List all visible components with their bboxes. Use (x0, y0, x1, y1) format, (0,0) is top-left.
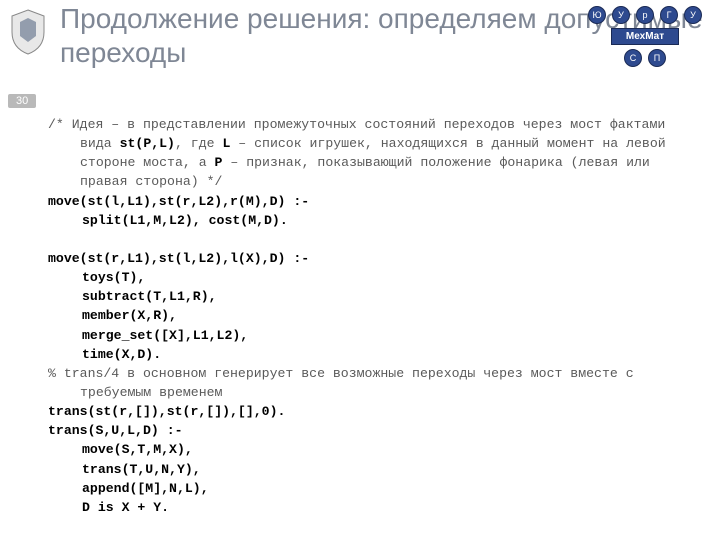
code-line: time(X,D). (48, 345, 700, 364)
diagram-top-row: Ю У р Г У (580, 6, 710, 24)
circle-node: Г (660, 6, 678, 24)
code-line: move(st(r,L1),st(l,L2),l(X),D) :- (48, 249, 700, 268)
circle-node: р (636, 6, 654, 24)
code-line: split(L1,M,L2), cost(M,D). (48, 211, 700, 230)
code-comment: /* Идея – в представлении промежуточных … (48, 115, 700, 192)
page-number-badge: 30 (8, 94, 36, 108)
code-comment: % trans/4 в основном генерирует все возм… (48, 364, 700, 402)
diagram-bottom-row: С П (580, 49, 710, 67)
shield-logo-icon (8, 8, 48, 56)
code-line: trans(st(r,[]),st(r,[]),[],0). (48, 402, 700, 421)
code-blank (48, 230, 700, 249)
code-line: move(S,T,M,X), (48, 440, 700, 459)
code-line: append([M],N,L), (48, 479, 700, 498)
circle-node: У (612, 6, 630, 24)
code-line: member(X,R), (48, 306, 700, 325)
circle-node: П (648, 49, 666, 67)
circle-node: Ю (588, 6, 606, 24)
code-line: trans(S,U,L,D) :- (48, 421, 700, 440)
code-line: trans(T,U,N,Y), (48, 460, 700, 479)
code-line: merge_set([X],L1,L2), (48, 326, 700, 345)
code-line: subtract(T,L1,R), (48, 287, 700, 306)
code-line: toys(T), (48, 268, 700, 287)
diagram-mid-row: МехМат (580, 28, 710, 45)
code-line: move(st(l,L1),st(r,L2),r(M),D) :- (48, 192, 700, 211)
circle-node: С (624, 49, 642, 67)
code-block: /* Идея – в представлении промежуточных … (48, 115, 700, 517)
circle-node: У (684, 6, 702, 24)
code-line: D is X + Y. (48, 498, 700, 517)
org-diagram: Ю У р Г У МехМат С П (580, 6, 710, 71)
box-node: МехМат (611, 28, 679, 45)
